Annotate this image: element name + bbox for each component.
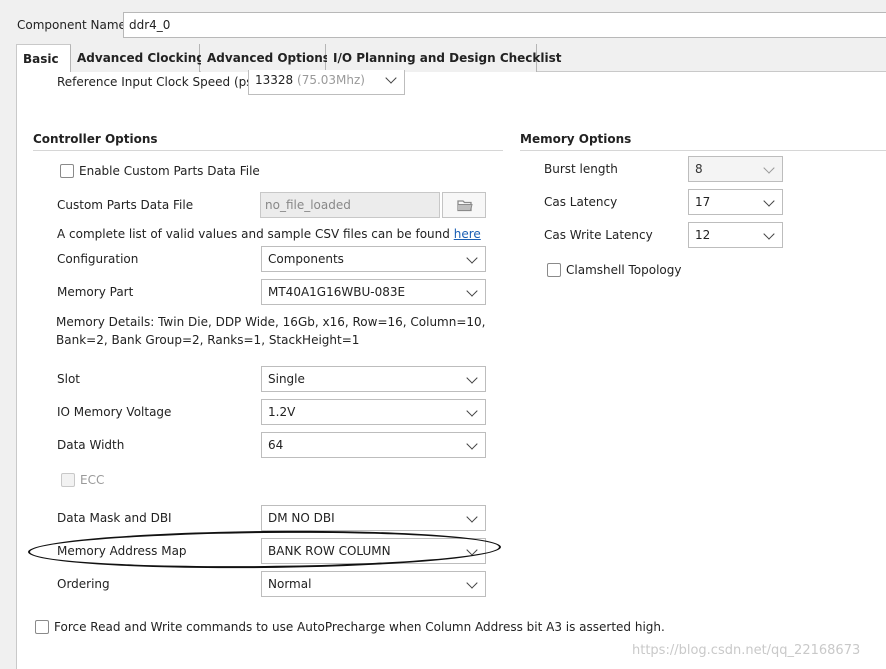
chevron-down-icon — [385, 72, 397, 84]
tab-basic[interactable]: Basic — [16, 44, 71, 73]
data-width-select[interactable]: 64 — [261, 432, 486, 458]
controller-options-divider — [33, 150, 503, 151]
watermark-text: https://blog.csdn.net/qq_22168673 — [632, 643, 861, 658]
tab-io-planning[interactable]: I/O Planning and Design Checklist — [327, 44, 562, 72]
ecc-label: ECC — [80, 473, 105, 487]
custom-parts-file-input[interactable]: no_file_loaded — [260, 192, 440, 218]
ordering-label: Ordering — [57, 577, 110, 591]
memory-details-line1: Memory Details: Twin Die, DDP Wide, 16Gb… — [56, 315, 486, 329]
cas-write-latency-value: 12 — [695, 228, 711, 242]
cas-latency-select[interactable]: 17 — [688, 189, 783, 215]
configuration-label: Configuration — [57, 252, 139, 266]
force-autoprecharge-checkbox[interactable] — [35, 620, 49, 634]
tab-advanced-options[interactable]: Advanced Options — [201, 44, 330, 72]
memory-part-select[interactable]: MT40A1G16WBU-083E — [261, 279, 486, 305]
chevron-down-icon — [466, 438, 478, 450]
configuration-value: Components — [268, 252, 344, 266]
ref-clock-label: Reference Input Clock Speed (ps) — [57, 75, 258, 89]
ordering-value: Normal — [268, 577, 312, 591]
csv-note: A complete list of valid values and samp… — [57, 226, 481, 242]
chevron-down-icon — [763, 162, 775, 174]
data-mask-value: DM NO DBI — [268, 511, 335, 525]
data-mask-label: Data Mask and DBI — [57, 511, 172, 525]
memory-part-label: Memory Part — [57, 285, 134, 299]
enable-custom-parts-checkbox[interactable] — [60, 164, 74, 178]
cas-latency-value: 17 — [695, 195, 711, 209]
ecc-checkbox[interactable] — [61, 473, 75, 487]
tab-advanced-clocking[interactable]: Advanced Clocking — [71, 44, 205, 72]
folder-icon — [457, 200, 473, 212]
memory-options-divider — [520, 150, 886, 151]
data-width-value: 64 — [268, 438, 284, 452]
chevron-down-icon — [466, 511, 478, 523]
configuration-select[interactable]: Components — [261, 246, 486, 272]
burst-length-label: Burst length — [544, 162, 618, 176]
data-width-label: Data Width — [57, 438, 125, 452]
ordering-select[interactable]: Normal — [261, 571, 486, 597]
slot-select[interactable]: Single — [261, 366, 486, 392]
io-voltage-label: IO Memory Voltage — [57, 405, 172, 419]
component-name-label: Component Name — [17, 18, 126, 32]
custom-parts-file-label: Custom Parts Data File — [57, 198, 194, 212]
cas-write-latency-select[interactable]: 12 — [688, 222, 783, 248]
chevron-down-icon — [466, 285, 478, 297]
cas-latency-label: Cas Latency — [544, 195, 618, 209]
ref-clock-select[interactable]: 13328 (75.03Mhz) — [248, 70, 405, 95]
tab-bar: Basic Advanced Clocking Advanced Options… — [16, 44, 886, 73]
chevron-down-icon — [466, 577, 478, 589]
cas-write-latency-label: Cas Write Latency — [544, 228, 653, 242]
csv-here-link[interactable]: here — [454, 227, 481, 241]
io-voltage-select[interactable]: 1.2V — [261, 399, 486, 425]
burst-length-select[interactable]: 8 — [688, 156, 783, 182]
force-autoprecharge-label: Force Read and Write commands to use Aut… — [54, 620, 665, 634]
controller-options-title: Controller Options — [33, 132, 158, 146]
memory-options-title: Memory Options — [520, 132, 632, 146]
csv-note-text: A complete list of valid values and samp… — [57, 227, 450, 241]
chevron-down-icon — [466, 252, 478, 264]
burst-length-value: 8 — [695, 162, 703, 176]
data-mask-select[interactable]: DM NO DBI — [261, 505, 486, 531]
memory-part-value: MT40A1G16WBU-083E — [268, 285, 406, 299]
enable-custom-parts-label: Enable Custom Parts Data File — [79, 164, 260, 178]
component-name-input[interactable]: ddr4_0 — [123, 12, 886, 38]
chevron-down-icon — [466, 405, 478, 417]
io-voltage-value: 1.2V — [268, 405, 296, 419]
memory-details-line2: Bank=2, Bank Group=2, Ranks=1, StackHeig… — [56, 333, 360, 347]
chevron-down-icon — [763, 228, 775, 240]
clamshell-label: Clamshell Topology — [566, 263, 682, 277]
chevron-down-icon — [466, 372, 478, 384]
ref-clock-hint: (75.03Mhz) — [297, 73, 365, 87]
slot-label: Slot — [57, 372, 80, 386]
chevron-down-icon — [763, 195, 775, 207]
clamshell-checkbox[interactable] — [547, 263, 561, 277]
ref-clock-value: 13328 — [255, 73, 294, 87]
slot-value: Single — [268, 372, 305, 386]
browse-file-button[interactable] — [442, 192, 486, 218]
